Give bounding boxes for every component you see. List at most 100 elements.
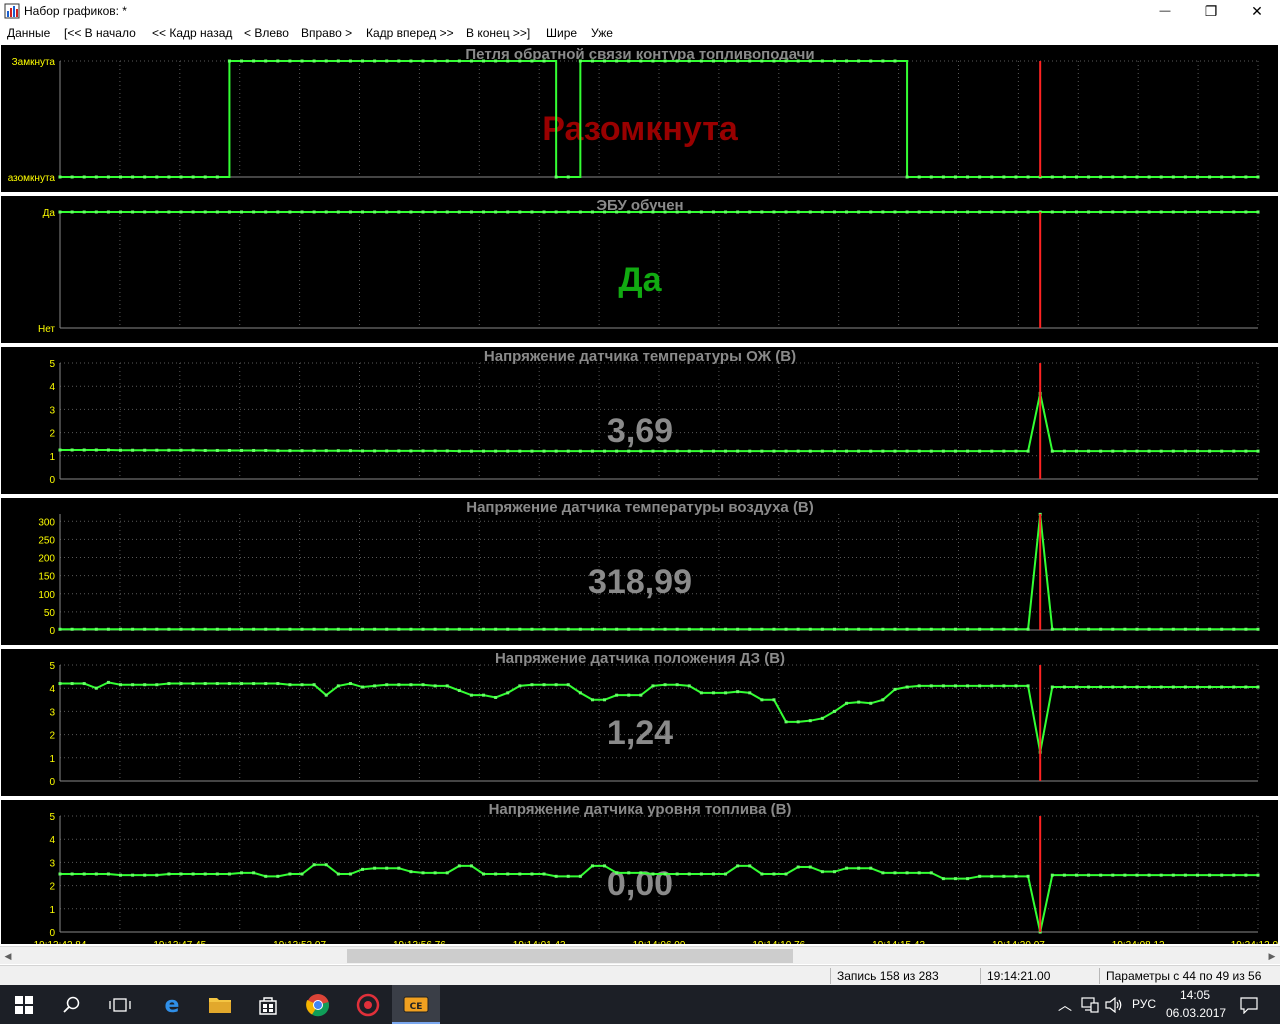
data-point bbox=[119, 210, 123, 214]
data-point bbox=[1256, 627, 1260, 631]
data-point bbox=[966, 175, 970, 179]
keyboard-language[interactable]: РУС bbox=[1132, 997, 1156, 1011]
data-point bbox=[929, 210, 933, 214]
data-point bbox=[131, 627, 135, 631]
taskbar-chrome[interactable] bbox=[294, 985, 342, 1024]
chart-panel-2[interactable]: 5 4 3 2 1 0 Напряжение датчика температуры ОЖ … bbox=[1, 347, 1278, 494]
clock-date[interactable]: 06.03.2017 bbox=[1166, 1006, 1226, 1020]
close-button[interactable]: ✕ bbox=[1234, 0, 1280, 22]
data-point bbox=[905, 871, 909, 875]
data-point bbox=[1135, 210, 1139, 214]
data-point bbox=[1147, 449, 1151, 453]
data-point bbox=[300, 59, 304, 63]
data-point bbox=[1087, 873, 1091, 877]
data-point bbox=[784, 210, 788, 214]
data-point bbox=[542, 872, 546, 876]
data-point bbox=[1123, 449, 1127, 453]
network-icon[interactable] bbox=[1081, 997, 1099, 1013]
data-point bbox=[1123, 175, 1127, 179]
data-point bbox=[675, 627, 679, 631]
taskbar-edge[interactable]: e bbox=[148, 985, 196, 1024]
start-button[interactable] bbox=[0, 985, 48, 1024]
data-point bbox=[1002, 874, 1006, 878]
menu-narrower[interactable]: Уже bbox=[591, 26, 613, 40]
y-tick-label: Да bbox=[43, 208, 56, 219]
data-point bbox=[772, 59, 776, 63]
taskbar-active-app[interactable]: CE bbox=[392, 985, 440, 1024]
data-point bbox=[566, 874, 570, 878]
taskbar-store[interactable] bbox=[244, 985, 292, 1024]
data-point bbox=[482, 210, 486, 214]
data-point bbox=[1087, 175, 1091, 179]
data-point bbox=[978, 449, 982, 453]
data-point bbox=[808, 719, 812, 723]
chart-panel-1[interactable]: ДаНетЭБУ обученДа bbox=[1, 196, 1278, 343]
data-point bbox=[1123, 210, 1127, 214]
data-point bbox=[336, 210, 340, 214]
data-point bbox=[711, 691, 715, 695]
data-point bbox=[590, 59, 594, 63]
data-point bbox=[397, 627, 401, 631]
data-point bbox=[106, 210, 110, 214]
volume-icon[interactable] bbox=[1105, 997, 1123, 1013]
maximize-button[interactable]: ❐ bbox=[1188, 0, 1234, 22]
scroll-left-arrow[interactable]: ◀ bbox=[0, 947, 16, 965]
data-point bbox=[978, 684, 982, 688]
scroll-thumb[interactable] bbox=[347, 949, 793, 963]
data-point bbox=[191, 448, 195, 452]
chart-panel-3[interactable]: 300 250 200 150 100 50 0 Напряжение датчика тем… bbox=[1, 498, 1278, 645]
plots-area[interactable]: Замкнута азомкнута Петля обратной связи ко… bbox=[0, 44, 1280, 944]
menu-go-end[interactable]: В конец >>] bbox=[466, 26, 530, 40]
y-tick-label: 1 bbox=[49, 905, 55, 916]
data-point bbox=[893, 627, 897, 631]
data-point bbox=[433, 627, 437, 631]
data-point bbox=[119, 175, 123, 179]
taskbar-explorer[interactable] bbox=[196, 985, 244, 1024]
data-point bbox=[929, 175, 933, 179]
clock-time[interactable]: 14:05 bbox=[1180, 988, 1210, 1002]
data-point bbox=[227, 210, 231, 214]
menu-data[interactable]: Данные bbox=[7, 26, 50, 40]
data-point bbox=[409, 210, 413, 214]
horizontal-scrollbar[interactable]: ◀ ▶ bbox=[0, 946, 1280, 964]
scroll-right-arrow[interactable]: ▶ bbox=[1264, 947, 1280, 965]
y-tick-label: 200 bbox=[38, 554, 55, 565]
data-point bbox=[1050, 873, 1054, 877]
data-point bbox=[385, 210, 389, 214]
search-button[interactable] bbox=[48, 985, 96, 1024]
data-point bbox=[917, 175, 921, 179]
menu-go-start[interactable]: [<< В начало bbox=[64, 26, 136, 40]
data-point bbox=[518, 210, 522, 214]
menu-frame-back[interactable]: << Кадр назад bbox=[152, 26, 232, 40]
data-point bbox=[1183, 449, 1187, 453]
task-view-button[interactable] bbox=[96, 985, 144, 1024]
data-point bbox=[724, 59, 728, 63]
data-point bbox=[675, 59, 679, 63]
chart-panel-0[interactable]: ЗамкнутаазомкнутаПетля обратной связи ко… bbox=[1, 45, 1278, 192]
data-point bbox=[1062, 210, 1066, 214]
notification-icon[interactable] bbox=[1240, 996, 1258, 1014]
data-point bbox=[119, 627, 123, 631]
y-tick-label: 2 bbox=[49, 882, 55, 893]
data-point bbox=[869, 701, 873, 705]
data-point bbox=[373, 59, 377, 63]
menu-left[interactable]: < Влево bbox=[244, 26, 289, 40]
menu-right[interactable]: Вправо > bbox=[301, 26, 352, 40]
y-tick-label: 5 bbox=[49, 812, 55, 823]
tray-chevron-icon[interactable]: ︿ bbox=[1058, 995, 1072, 1015]
data-point bbox=[457, 864, 461, 868]
menu-wider[interactable]: Шире bbox=[546, 26, 577, 40]
taskbar-app-red[interactable] bbox=[344, 985, 392, 1024]
chart-panel-4[interactable]: 5 4 3 2 1 0 Напряжение датчика положения ДЗ (В… bbox=[1, 649, 1278, 796]
plots-svg[interactable]: ЗамкнутаазомкнутаПетля обратной связи ко… bbox=[0, 44, 1280, 944]
menu-frame-forward[interactable]: Кадр вперед >> bbox=[366, 26, 454, 40]
chart-panel-5[interactable]: 5 4 3 2 1 0 Напряжение датчика уровня топлива … bbox=[1, 800, 1278, 944]
data-point bbox=[70, 682, 74, 686]
data-point bbox=[409, 449, 413, 453]
data-point bbox=[736, 864, 740, 868]
data-point bbox=[990, 449, 994, 453]
y-tick-label: 1 bbox=[49, 754, 55, 765]
minimize-button[interactable]: — bbox=[1142, 0, 1188, 22]
data-point bbox=[58, 448, 62, 452]
data-point bbox=[276, 874, 280, 878]
